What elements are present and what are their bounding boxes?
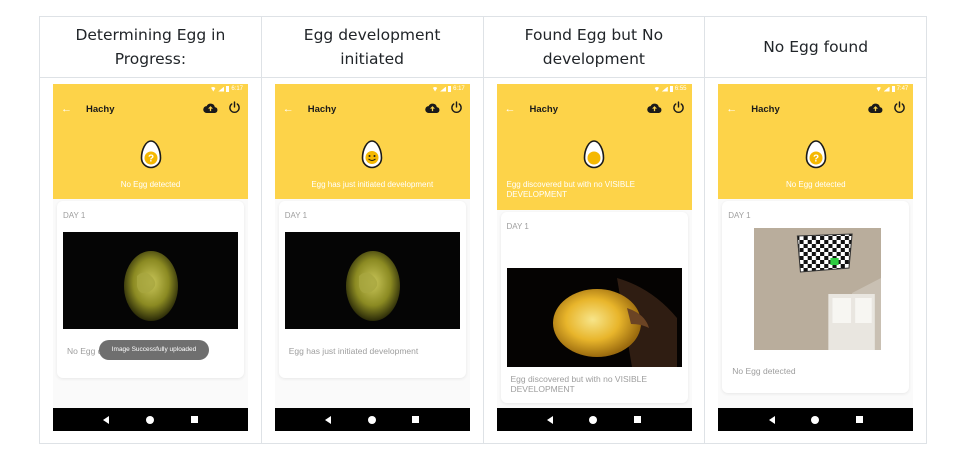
back-arrow-icon[interactable]: ← [505, 103, 516, 115]
battery-icon [448, 86, 452, 92]
column-heading: Determining Egg in Progress: [40, 17, 261, 78]
egg-question-icon: ? [140, 140, 161, 169]
day-card: DAY 1 [500, 212, 688, 403]
egg-yolk-icon [583, 140, 605, 169]
app-title: Hachy [307, 104, 337, 115]
nav-home-icon[interactable] [589, 415, 598, 424]
wifi-icon [653, 86, 660, 92]
power-icon[interactable] [450, 101, 463, 114]
status-bar: 7:47 [875, 86, 909, 92]
candled-egg-image [284, 232, 460, 329]
battery-icon [669, 86, 673, 92]
nav-recent-icon[interactable] [190, 416, 198, 423]
day-card: DAY 1 [57, 201, 244, 378]
app-header: 6:17 ← Hachy ? No Egg detected [53, 84, 248, 199]
column-determining: Determining Egg in Progress: 6:17 ← Hach… [40, 17, 262, 443]
column-heading: No Egg found [705, 17, 926, 78]
nav-home-icon[interactable] [367, 415, 376, 424]
android-nav-bar [718, 408, 914, 431]
egg-question-icon: ? [805, 140, 827, 169]
egg-smile-icon [361, 140, 383, 169]
app-title: Hachy [86, 104, 115, 115]
candled-egg-image [63, 232, 238, 329]
battery-icon [891, 86, 895, 92]
room-photo [754, 228, 882, 350]
day-label: DAY 1 [63, 211, 86, 220]
back-arrow-icon[interactable]: ← [61, 103, 72, 115]
held-egg-image [506, 268, 682, 367]
status-time: 6:17 [453, 86, 465, 92]
phone-screen: 6:55 ← Hachy Egg discovered but with no … [496, 84, 692, 431]
wifi-icon [875, 86, 882, 92]
signal-icon [218, 86, 225, 92]
wifi-icon [432, 86, 439, 92]
nav-back-icon[interactable] [325, 415, 332, 424]
nav-back-icon[interactable] [768, 415, 775, 424]
nav-home-icon[interactable] [145, 415, 154, 424]
egg-caption: No Egg detected [732, 366, 796, 376]
day-label: DAY 1 [728, 211, 751, 220]
status-bar: 6:17 [210, 86, 243, 92]
nav-recent-icon[interactable] [634, 416, 642, 423]
android-nav-bar [274, 408, 470, 431]
status-bar: 6:55 [653, 86, 687, 92]
day-card: DAY 1 [278, 201, 466, 378]
cloud-upload-icon[interactable] [868, 103, 883, 113]
column-no-egg: No Egg found 7:47 ← Hachy ? No Egg detec… [705, 17, 926, 443]
nav-recent-icon[interactable] [412, 416, 420, 423]
day-label: DAY 1 [506, 222, 529, 231]
phone-screen: 7:47 ← Hachy ? No Egg detected DAY 1 No … [718, 84, 914, 431]
egg-status-text: Egg discovered but with no VISIBLE DEVEL… [506, 180, 636, 199]
column-heading: Found Egg but No development [483, 17, 705, 78]
comparison-table: Determining Egg in Progress: 6:17 ← Hach… [39, 16, 927, 444]
app-header: 6:17 ← Hachy Egg has just initiated deve… [274, 84, 470, 199]
egg-photo [284, 232, 460, 329]
upload-toast: Image Successfully uploaded [99, 340, 209, 360]
power-icon[interactable] [672, 101, 685, 114]
back-arrow-icon[interactable]: ← [726, 103, 737, 115]
nav-home-icon[interactable] [811, 415, 820, 424]
egg-caption: Egg has just initiated development [288, 346, 419, 356]
signal-icon [661, 86, 668, 92]
egg-status-text: No Egg detected [785, 180, 846, 189]
egg-photo [506, 268, 682, 367]
android-nav-bar [496, 408, 692, 431]
svg-text:?: ? [147, 154, 153, 165]
power-icon[interactable] [893, 101, 906, 114]
egg-status-text: Egg has just initiated development [311, 180, 434, 189]
cloud-upload-icon[interactable] [425, 103, 440, 113]
phone-screen: 6:17 ← Hachy ? No Egg detected DAY 1 No … [53, 84, 248, 431]
status-time: 7:47 [896, 86, 909, 92]
app-header: 7:47 ← Hachy ? No Egg detected [718, 84, 914, 199]
status-bar: 6:17 [432, 86, 465, 92]
day-label: DAY 1 [284, 211, 308, 220]
back-arrow-icon[interactable]: ← [283, 103, 294, 115]
svg-text:?: ? [813, 154, 819, 165]
nav-recent-icon[interactable] [855, 416, 863, 423]
egg-photo [63, 232, 238, 329]
cloud-upload-icon[interactable] [203, 103, 218, 113]
status-time: 6:17 [231, 86, 243, 92]
cloud-upload-icon[interactable] [646, 103, 662, 113]
signal-icon [440, 86, 447, 92]
battery-icon [226, 86, 230, 92]
day-card: DAY 1 [722, 201, 910, 393]
app-title: Hachy [529, 104, 559, 115]
status-time: 6:55 [674, 86, 687, 92]
column-heading: Egg development initiated [261, 17, 483, 78]
egg-status-text: No Egg detected [120, 180, 181, 189]
signal-icon [883, 86, 890, 92]
android-nav-bar [53, 408, 248, 431]
nav-back-icon[interactable] [103, 415, 110, 424]
egg-caption: Egg discovered but with no VISIBLE DEVEL… [510, 374, 648, 394]
room-checkerboard-image [754, 228, 882, 350]
phone-screen: 6:17 ← Hachy Egg has just initiated deve… [274, 84, 470, 431]
column-development: Egg development initiated 6:17 ← Hachy E… [261, 17, 484, 443]
app-header: 6:55 ← Hachy Egg discovered but with no … [496, 84, 692, 210]
power-icon[interactable] [228, 101, 241, 114]
column-found-no-development: Found Egg but No development 6:55 ← Hach… [483, 17, 706, 443]
nav-back-icon[interactable] [546, 415, 553, 424]
app-title: Hachy [751, 104, 780, 115]
wifi-icon [210, 86, 217, 92]
